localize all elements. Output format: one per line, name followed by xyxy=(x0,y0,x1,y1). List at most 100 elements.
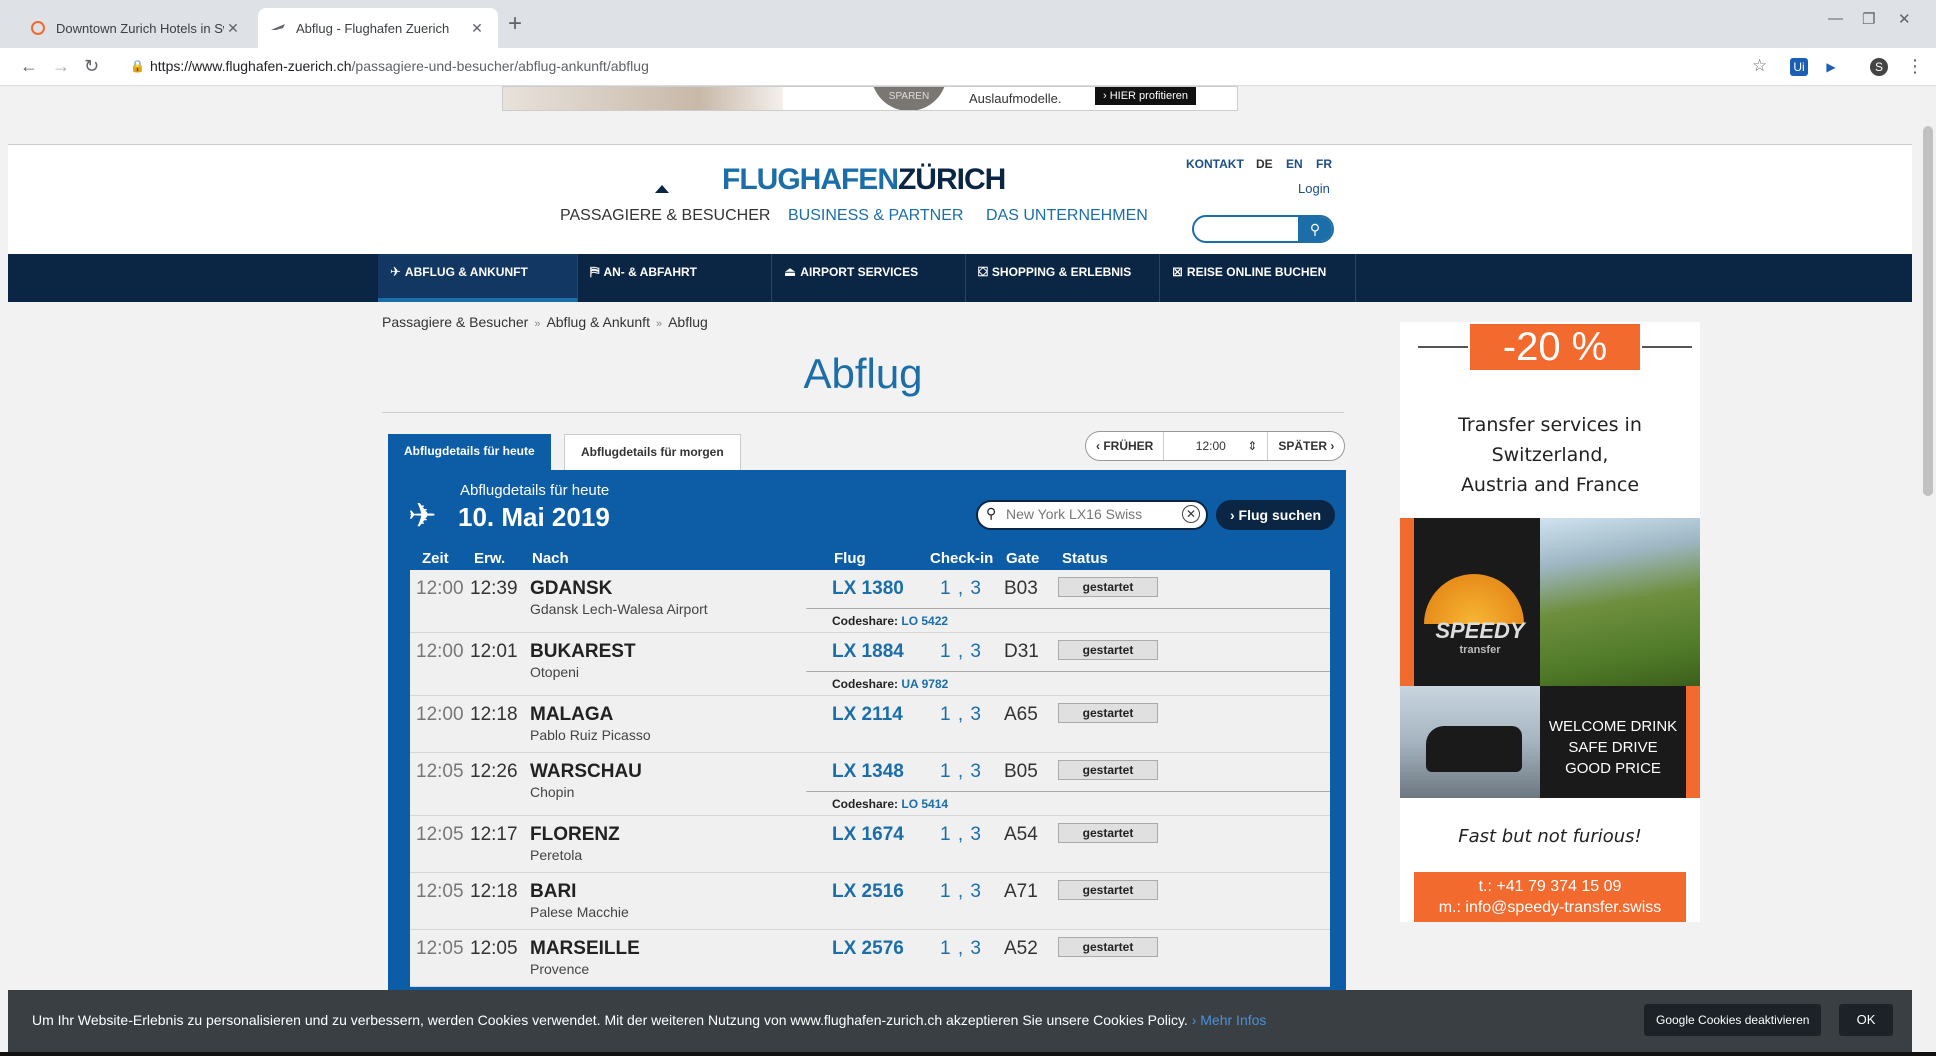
nav-passagiere[interactable]: PASSAGIERE & BESUCHER xyxy=(560,207,770,225)
cookie-banner: Um Ihr Website-Erlebnis zu personalisier… xyxy=(8,990,1912,1052)
menu-kebab-icon[interactable]: ⋮ xyxy=(1906,56,1924,77)
side-banner-ad[interactable]: -20 % Transfer services in Switzerland, … xyxy=(1400,322,1700,922)
tab-tomorrow[interactable]: Abflugdetails für morgen xyxy=(564,434,741,470)
flight-number[interactable]: LX 1348 xyxy=(832,761,904,783)
breadcrumb-item[interactable]: Abflug & Ankunft xyxy=(546,314,650,330)
status-badge: gestartet xyxy=(1058,760,1158,780)
subnav-shopping[interactable]: ⛋ SHOPPING & ERLEBNIS xyxy=(966,254,1160,302)
tab-today[interactable]: Abflugdetails für heute xyxy=(388,434,551,470)
flight-number[interactable]: LX 1674 xyxy=(832,824,904,846)
flight-checkin: 1 , 3 xyxy=(940,881,982,902)
disable-google-cookies-button[interactable]: Google Cookies deaktivieren xyxy=(1644,1004,1822,1036)
codeshare-label: Codeshare: xyxy=(832,797,899,811)
flight-row[interactable]: 12:05 12:26 WARSCHAU Chopin LX 1348 1 , … xyxy=(410,753,1330,816)
breadcrumb-separator-icon: » xyxy=(655,318,663,330)
forward-icon[interactable]: → xyxy=(52,56,70,77)
kontakt-link[interactable]: KONTAKT xyxy=(1186,157,1244,171)
subnav-reise-buchen[interactable]: ⊠ REISE ONLINE BUCHEN xyxy=(1160,254,1356,302)
flight-time: 12:05 xyxy=(416,881,464,902)
subnav-an-abfahrt[interactable]: ⛿ AN- & ABFAHRT xyxy=(578,254,772,302)
flight-airport: Chopin xyxy=(530,784,575,800)
restore-icon[interactable]: ❐ xyxy=(1862,10,1875,28)
ticket-icon: ⊠ xyxy=(1172,264,1183,279)
flight-row[interactable]: 12:00 12:18 MALAGA Pablo Ruiz Picasso LX… xyxy=(410,696,1330,753)
scrollbar-thumb[interactable] xyxy=(1923,126,1933,496)
flight-expected: 12:26 xyxy=(470,761,518,782)
ad-brand: SPEEDY transfer xyxy=(1420,618,1540,656)
flight-search-button[interactable]: › Flug suchen xyxy=(1216,500,1335,530)
extension-ui-icon[interactable]: Ui xyxy=(1790,58,1808,76)
cookie-message: Um Ihr Website-Erlebnis zu personalisier… xyxy=(32,1012,1266,1028)
flight-number[interactable]: LX 1884 xyxy=(832,641,904,663)
back-icon[interactable]: ← xyxy=(20,56,38,77)
ad-copy: Transfer services in Switzerland, Austri… xyxy=(1400,410,1700,500)
ad-tagline: GOOD PRICE xyxy=(1565,760,1661,777)
close-tab-icon[interactable]: ✕ xyxy=(468,20,486,37)
flight-number[interactable]: LX 2114 xyxy=(832,704,903,726)
time-select[interactable]: 12:00 ⇕ xyxy=(1164,432,1269,460)
breadcrumb-item[interactable]: Passagiere & Besucher xyxy=(382,314,528,330)
flight-checkin: 1 , 3 xyxy=(940,578,982,599)
later-label: SPÄTER xyxy=(1278,439,1328,453)
profile-avatar[interactable]: S xyxy=(1870,58,1888,76)
clear-icon[interactable]: ✕ xyxy=(1182,505,1200,523)
flight-row[interactable]: 12:00 12:39 GDANSK Gdansk Lech-Walesa Ai… xyxy=(410,570,1330,633)
ad-tagline: SAFE DRIVE xyxy=(1568,739,1658,756)
earlier-button[interactable]: ‹ FRÜHER xyxy=(1086,432,1165,460)
lang-de-link[interactable]: DE xyxy=(1256,157,1273,171)
flight-gate: B05 xyxy=(1004,761,1038,782)
close-tab-icon[interactable]: ✕ xyxy=(224,20,242,37)
codeshare-flight[interactable]: UA 9782 xyxy=(901,677,948,691)
flight-search-input[interactable]: ⚲ New York LX16 Swiss ✕ xyxy=(976,500,1208,530)
title-divider xyxy=(382,412,1344,413)
new-tab-icon[interactable]: + xyxy=(508,12,522,36)
bookmark-star-icon[interactable]: ☆ xyxy=(1752,56,1767,76)
close-window-icon[interactable]: ✕ xyxy=(1898,10,1911,28)
lang-en-link[interactable]: EN xyxy=(1286,157,1303,171)
flight-row[interactable]: 12:05 12:05 MARSEILLE Provence LX 2576 1… xyxy=(410,930,1330,987)
nav-unternehmen[interactable]: DAS UNTERNEHMEN xyxy=(986,207,1148,225)
codeshare-flight[interactable]: LO 5422 xyxy=(901,614,948,628)
site-logo[interactable]: FLUGHAFENZÜRICH xyxy=(722,163,1006,197)
browser-tab-hotels[interactable]: Downtown Zurich Hotels in Switz ✕ xyxy=(18,8,254,48)
nav-business[interactable]: BUSINESS & PARTNER xyxy=(788,207,963,225)
col-nach: Nach xyxy=(532,550,569,567)
flight-row[interactable]: 12:00 12:01 BUKAREST Otopeni LX 1884 1 ,… xyxy=(410,633,1330,696)
flight-airport: Peretola xyxy=(530,847,583,863)
flight-destination: FLORENZ xyxy=(530,824,620,845)
ad-photo-grid: SPEEDY transfer WELCOME DRINK SAFE DRIVE … xyxy=(1400,518,1700,798)
banner-button[interactable]: › HIER profitieren xyxy=(1095,87,1196,105)
flight-number[interactable]: LX 2516 xyxy=(832,881,904,903)
subnav-label: AIRPORT SERVICES xyxy=(800,265,919,279)
status-badge: gestartet xyxy=(1058,703,1158,723)
codeshare-flight[interactable]: LO 5414 xyxy=(901,797,948,811)
flight-row[interactable]: 12:05 12:18 BARI Palese Macchie LX 2516 … xyxy=(410,873,1330,930)
search-icon[interactable]: ⚲ xyxy=(1298,217,1332,241)
browser-tab-abflug[interactable]: Abflug - Flughafen Zuerich ✕ xyxy=(258,8,498,48)
flight-time: 12:05 xyxy=(416,761,464,782)
site-search-input[interactable] xyxy=(1194,217,1294,241)
ad-contact: t.: +41 79 374 15 09 m.: info@speedy-tra… xyxy=(1414,872,1686,922)
col-checkin: Check-in xyxy=(930,550,994,567)
url-field[interactable]: https://www.flughafen-zuerich.ch/passagi… xyxy=(150,58,649,74)
flight-checkin: 1 , 3 xyxy=(940,641,982,662)
flight-number[interactable]: LX 2576 xyxy=(832,938,904,960)
cookie-more-link[interactable]: › Mehr Infos xyxy=(1192,1012,1267,1028)
subnav-airport-services[interactable]: ⏏ AIRPORT SERVICES xyxy=(772,254,966,302)
breadcrumb-current: Abflug xyxy=(668,314,708,330)
subnav-abflug-ankunft[interactable]: ✈ ABFLUG & ANKUNFT xyxy=(378,254,578,302)
flight-expected: 12:01 xyxy=(470,641,518,662)
page-scrollbar[interactable] xyxy=(1920,86,1936,1056)
flight-row[interactable]: 12:05 12:17 FLORENZ Peretola LX 1674 1 ,… xyxy=(410,816,1330,873)
minimize-icon[interactable]: — xyxy=(1828,10,1843,27)
flight-number[interactable]: LX 1380 xyxy=(832,578,904,600)
flight-checkin: 1 , 3 xyxy=(940,704,982,725)
later-button[interactable]: SPÄTER › xyxy=(1268,432,1344,460)
extension-play-icon[interactable]: ▶ xyxy=(1822,58,1840,76)
top-banner-ad[interactable]: SPAREN Auslaufmodelle. › HIER profitiere… xyxy=(502,86,1238,111)
login-link[interactable]: Login xyxy=(1298,181,1330,196)
lang-fr-link[interactable]: FR xyxy=(1316,157,1332,171)
cookie-ok-button[interactable]: OK xyxy=(1839,1004,1893,1036)
reload-icon[interactable]: ↻ xyxy=(84,56,99,77)
url-host: https://www.flughafen-zuerich.ch xyxy=(150,58,352,74)
